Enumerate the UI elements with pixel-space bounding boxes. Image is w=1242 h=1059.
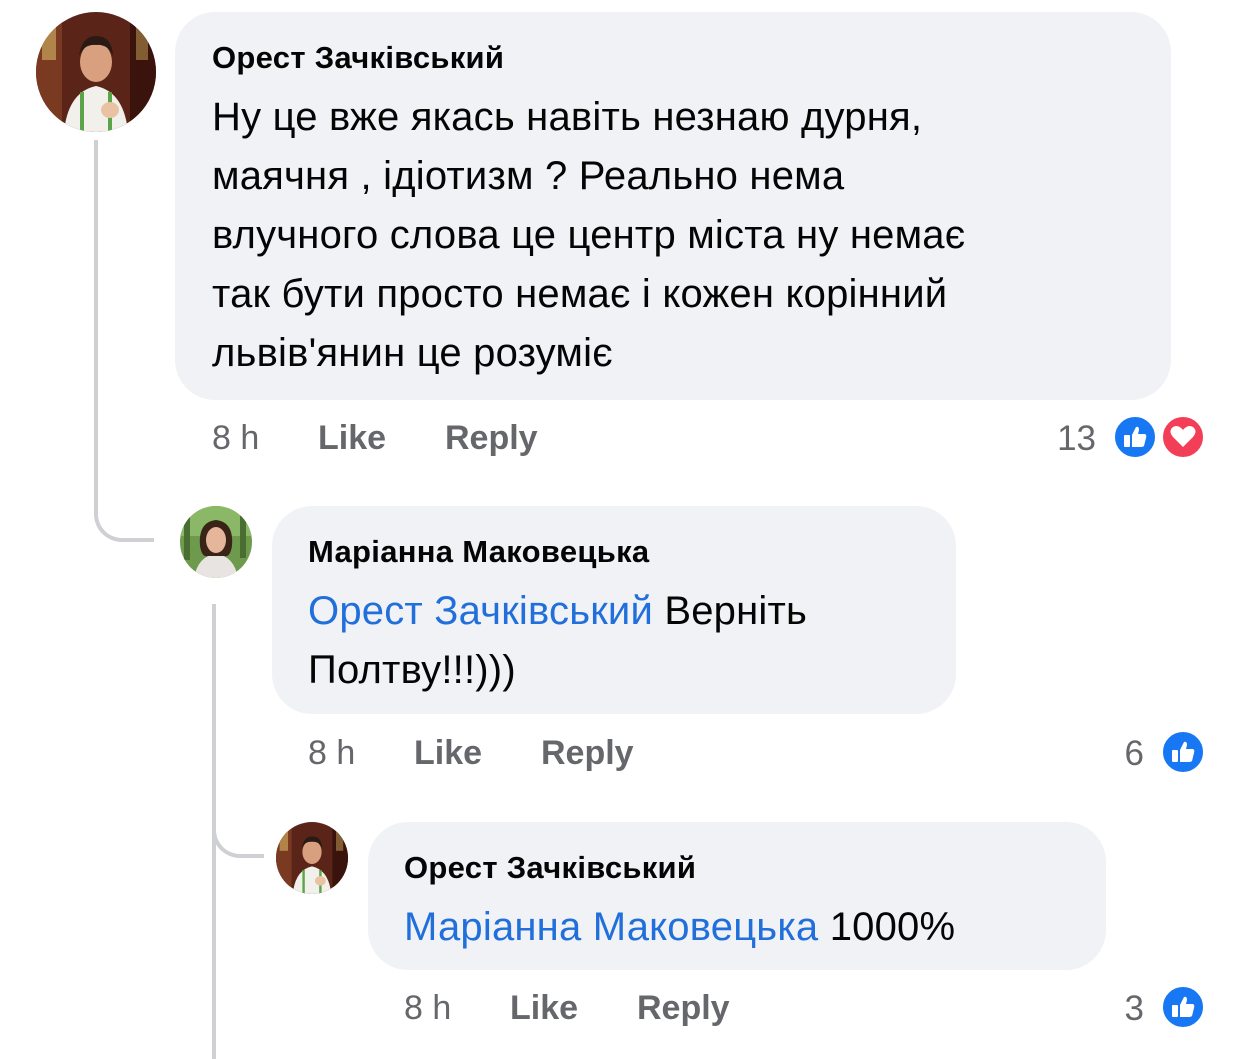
thread-connector-reply-1 [94, 490, 154, 542]
comment-text-line: Орест Зачківський Верніть [308, 582, 807, 641]
like-button-1[interactable]: Like [318, 419, 386, 458]
profile-photo-marianna [180, 506, 252, 578]
mention-link[interactable]: Маріанна Маковецька [404, 905, 818, 949]
comment-text-line: Маріанна Маковецька 1000% [404, 898, 955, 957]
comment-author-2[interactable]: Маріанна Маковецька [308, 534, 649, 570]
reply-button-2[interactable]: Reply [541, 734, 634, 773]
like-button-3[interactable]: Like [510, 989, 578, 1028]
like-icon[interactable] [1160, 984, 1206, 1030]
reaction-count-1[interactable]: 13 [1040, 419, 1096, 459]
comment-text-line: так бути просто немає і кожен корінний [212, 272, 948, 316]
comment-text-span: Верніть [664, 589, 808, 633]
reply-button-1[interactable]: Reply [445, 419, 538, 458]
comment-text-line: маячня , ідіотизм ? Реально нема [212, 154, 845, 198]
reaction-count-2[interactable]: 6 [1090, 734, 1144, 774]
comment-text-1: Ну це вже якась навіть незнаю дурня, мая… [212, 88, 965, 383]
reaction-count-3[interactable]: 3 [1090, 989, 1144, 1029]
comment-text-line: Ну це вже якась навіть незнаю дурня, [212, 95, 923, 139]
comment-text-2: Орест Зачківський Верніть Полтву!!!))) [308, 582, 807, 700]
avatar-orest[interactable] [36, 12, 156, 132]
comment-text-span: 1000% [829, 905, 956, 949]
profile-photo-orest [276, 822, 348, 894]
comment-text-line: влучного слова це центр міста ну немає [212, 213, 966, 257]
comment-author-3[interactable]: Орест Зачківський [404, 850, 696, 886]
like-icon[interactable] [1112, 414, 1158, 460]
avatar-marianna[interactable] [180, 506, 252, 578]
like-button-2[interactable]: Like [414, 734, 482, 773]
comment-text-line: Полтву!!!))) [308, 648, 516, 692]
love-icon[interactable] [1160, 414, 1206, 460]
thread-line-main [94, 140, 98, 500]
comment-author-1[interactable]: Орест Зачківський [212, 40, 504, 76]
reply-button-3[interactable]: Reply [637, 989, 730, 1028]
thread-connector-reply-2 [212, 810, 264, 858]
comment-time-3[interactable]: 8 h [404, 989, 451, 1028]
comment-text-line: львів'янин це розуміє [212, 331, 613, 375]
comment-text-3: Маріанна Маковецька 1000% [404, 898, 955, 957]
mention-link[interactable]: Орест Зачківський [308, 589, 653, 633]
profile-photo-orest [36, 12, 156, 132]
comment-time-1[interactable]: 8 h [212, 419, 259, 458]
avatar-orest[interactable] [276, 822, 348, 894]
like-icon[interactable] [1160, 729, 1206, 775]
comment-time-2[interactable]: 8 h [308, 734, 355, 773]
